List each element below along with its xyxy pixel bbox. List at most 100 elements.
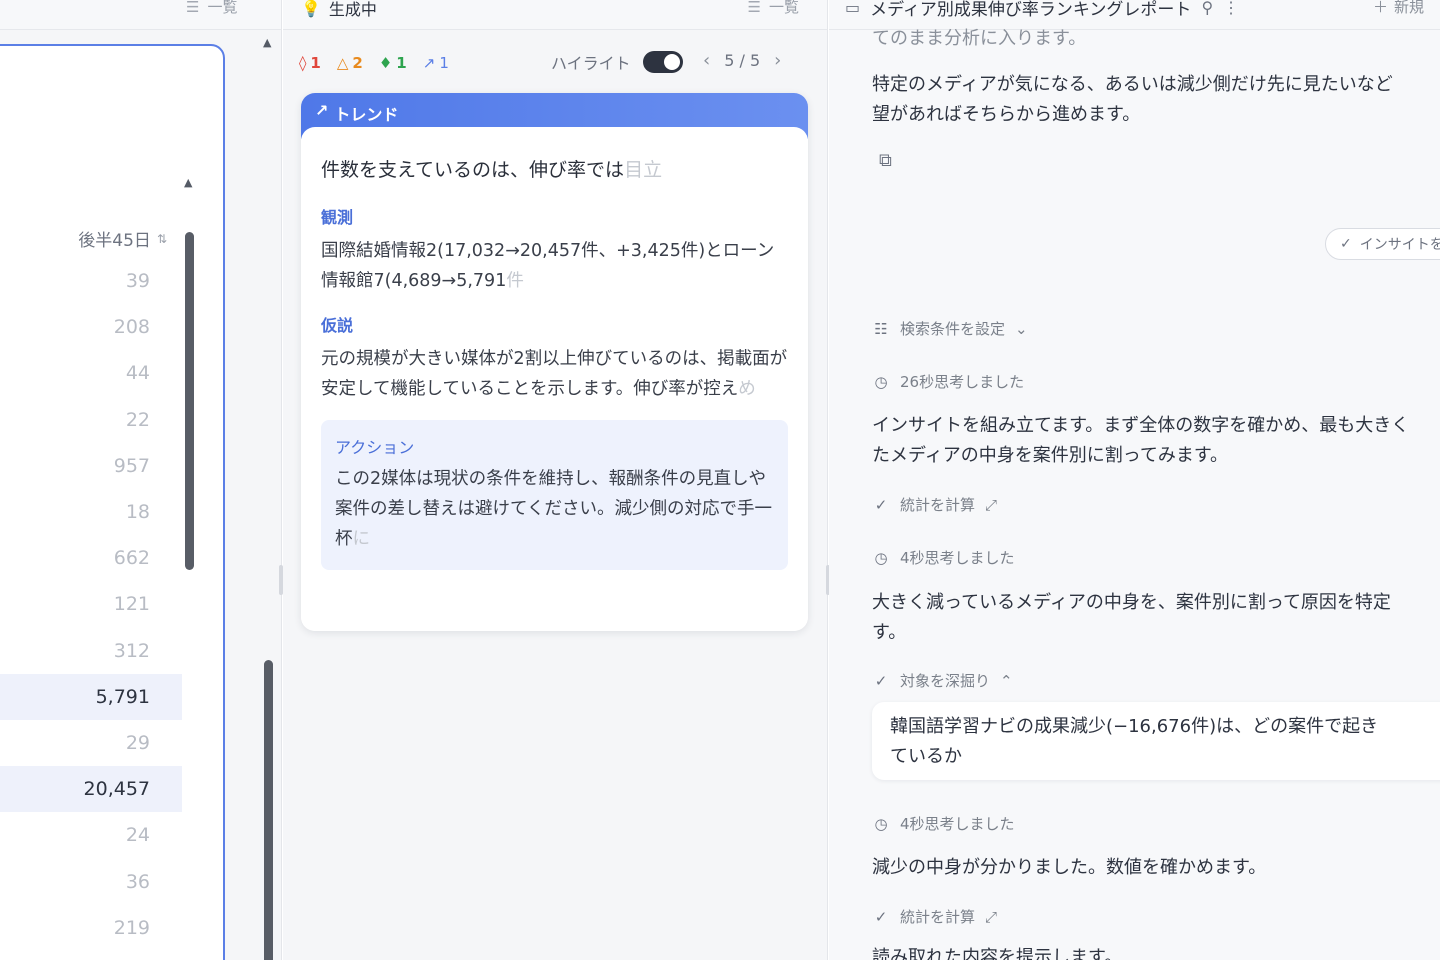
table-row[interactable]: 41 <box>0 951 182 960</box>
stat-trend[interactable]: ↗ 1 <box>423 54 449 72</box>
table-row[interactable]: 5,791 <box>0 673 182 720</box>
card-body: 件数を支えているのは、伸び率では目立 観測 国際結婚情報2(17,032→20,… <box>301 127 808 631</box>
observation-label: 観測 <box>321 208 354 227</box>
action-fade: に <box>352 529 371 549</box>
list-icon: ☰ <box>186 0 200 16</box>
table-row[interactable]: 662 <box>0 535 182 581</box>
table-row[interactable]: 121 <box>0 581 182 627</box>
stat-warning-count: 2 <box>352 54 363 72</box>
insight-chip[interactable]: ✓ インサイトを <box>1325 228 1440 260</box>
middle-list-label: 一覧 <box>768 0 799 16</box>
observation-text: 国際結婚情報2(17,032→20,457件、+3,425件)とローン情報館7(… <box>321 236 788 296</box>
prev-page-button[interactable]: ‹ <box>703 50 710 71</box>
column-header-second-half[interactable]: 後半45日 ⇅ <box>78 226 167 251</box>
sort-icon[interactable]: ⇅ <box>157 232 167 246</box>
middle-list-view-button[interactable]: ☰ 一覧 <box>748 0 799 17</box>
observation-body: 国際結婚情報2(17,032→20,457件、+3,425件)とローン情報館7(… <box>321 241 775 291</box>
new-chat-button[interactable]: ＋ 新規 <box>1373 0 1424 17</box>
pane-scroll-up-icon[interactable]: ▲ <box>263 36 271 49</box>
table-scrollbar[interactable] <box>185 232 194 570</box>
left-pane-header: ☰ 一覧 <box>0 0 281 30</box>
message-para5: 読み取れた内容を提示します。 <box>872 947 1123 960</box>
table-row[interactable]: 39 <box>0 258 182 304</box>
table-row[interactable]: 36 <box>0 858 182 904</box>
message-para1: 特定のメディアが気になる、あるいは減少側だけ先に見たいなど <box>872 74 1393 95</box>
table-row[interactable]: 22 <box>0 397 182 443</box>
table-row[interactable]: 20,457 <box>0 766 182 813</box>
table-scroll-up-icon[interactable]: ▲ <box>184 176 192 189</box>
check-icon: ✓ <box>874 495 888 514</box>
chat-pane: ▭ メディア別成果伸び率ランキングレポート ⚲ ⋮ ＋ 新規 てのまま分析に入り… <box>829 0 1440 960</box>
message-para2: インサイトを組み立てます。まず全体の数字を確かめ、最も大きく <box>872 415 1410 436</box>
timer-icon: ◷ <box>874 814 888 833</box>
stat-warning[interactable]: △ 2 <box>337 54 363 72</box>
table-cell-value: 662 <box>113 547 150 570</box>
hypothesis-label: 仮説 <box>321 316 354 335</box>
table-cell-value: 24 <box>125 824 150 847</box>
chevron-up-icon: ⌃ <box>1000 671 1013 690</box>
insight-stats-bar: ◊ 1 △ 2 ♦ 1 ↗ 1 <box>299 52 449 74</box>
table-cell-value: 29 <box>125 731 150 754</box>
new-chat-label: 新規 <box>1393 0 1424 16</box>
table-cell-value: 219 <box>113 916 150 939</box>
copy-icon[interactable]: ⧉ <box>879 150 892 171</box>
query-line-2: ているか <box>890 746 962 767</box>
table-cell-value: 312 <box>113 639 150 662</box>
card-header-label: トレンド <box>334 105 399 124</box>
table-cell-value: 957 <box>113 454 150 477</box>
stat-trend-count: 1 <box>439 54 449 72</box>
list-icon: ☰ <box>747 0 761 16</box>
next-page-button[interactable]: › <box>774 50 781 71</box>
table-row[interactable]: 24 <box>0 812 182 858</box>
chat-title-group: ▭ メディア別成果伸び率ランキングレポート ⚲ ⋮ <box>845 0 1239 20</box>
table-cell-value: 20,457 <box>83 778 150 801</box>
chat-title: メディア別成果伸び率ランキングレポート <box>870 0 1192 20</box>
expand-icon: ⤢ <box>985 907 998 926</box>
table-row[interactable]: 208 <box>0 304 182 350</box>
filter-icon: ☷ <box>874 319 888 338</box>
pin-icon[interactable]: ⚲ <box>1201 0 1213 17</box>
action-body: この2媒体は現状の条件を維持し、報酬条件の見直しや案件の差し替えは避けてください… <box>335 469 772 549</box>
warning-icon: △ <box>336 54 349 72</box>
step-compute-stats-1[interactable]: ✓ 統計を計算 ⤢ <box>872 494 997 515</box>
table-row[interactable]: 44 <box>0 350 182 396</box>
timer-icon: ◷ <box>874 372 888 391</box>
step-label-3: 統計を計算 <box>900 908 976 926</box>
table-cell-value: 44 <box>125 362 150 385</box>
more-icon[interactable]: ⋮ <box>1223 0 1239 17</box>
highlight-toggle[interactable] <box>642 51 683 73</box>
table-cell-value: 208 <box>113 316 150 339</box>
table-cell-value: 5,791 <box>95 685 150 708</box>
step-compute-stats-2[interactable]: ✓ 統計を計算 ⤢ <box>872 906 997 927</box>
pane-scrollbar[interactable] <box>264 660 273 960</box>
timer-icon: ◷ <box>874 548 888 567</box>
generating-label: 生成中 <box>328 0 377 19</box>
table-rows: 39 208 44 22 957 18 662 121 312 5,791 29 20,457 24 36… <box>0 258 182 960</box>
table-row[interactable]: 29 <box>0 720 182 766</box>
message-para4: 減少の中身が分かりました。数値を確かめます。 <box>872 857 1267 878</box>
trend-icon: ↗ <box>315 101 329 120</box>
message-para3: 大きく減っているメディアの中身を、案件別に割って原因を特定 <box>872 592 1391 613</box>
message-line-top: てのまま分析に入ります。 <box>872 28 1087 49</box>
left-list-view-button[interactable]: ☰ 一覧 <box>186 0 237 17</box>
toggle-knob <box>663 54 680 70</box>
table-cell-value: 18 <box>125 501 150 524</box>
table-row[interactable]: 957 <box>0 443 182 489</box>
stat-gem[interactable]: ♦ 1 <box>379 54 407 72</box>
alert-icon: ◊ <box>299 54 307 72</box>
stat-gem-count: 1 <box>396 54 407 72</box>
insight-card[interactable]: ↗ トレンド 件数を支えているのは、伸び率では目立 観測 国際結婚情報2(17,… <box>301 93 808 631</box>
check-icon: ✓ <box>874 671 888 690</box>
step-label-2: 対象を深掘り <box>900 672 991 690</box>
table-row[interactable]: 18 <box>0 489 182 535</box>
stat-alert[interactable]: ◊ 1 <box>299 54 321 72</box>
highlight-label: ハイライト <box>551 54 631 73</box>
action-text: この2媒体は現状の条件を維持し、報酬条件の見直しや案件の差し替えは避けてください… <box>335 464 774 554</box>
card-title-text: 件数を支えているのは、伸び率では <box>321 159 625 181</box>
hypothesis-text: 元の規模が大きい媒体が2割以上伸びているのは、掲載面が安定して機能していることを… <box>321 344 788 404</box>
table-row[interactable]: 312 <box>0 628 182 674</box>
step-deep-dive[interactable]: ✓ 対象を深掘り ⌃ <box>872 670 1013 691</box>
table-row[interactable]: 219 <box>0 905 182 951</box>
check-icon: ✓ <box>1340 236 1352 252</box>
search-conditions-step[interactable]: ☷ 検索条件を設定 ⌄ <box>872 318 1027 339</box>
